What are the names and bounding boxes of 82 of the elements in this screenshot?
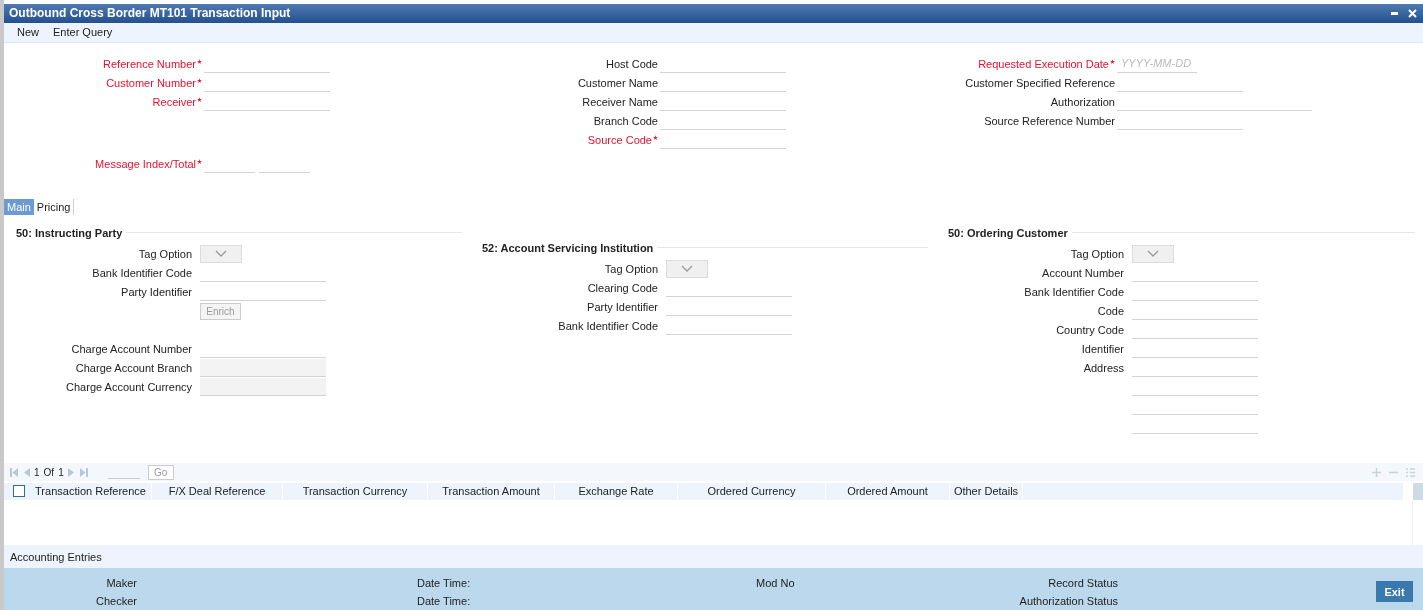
- field-label: Customer Number: [106, 76, 196, 89]
- page-total: 1: [58, 466, 64, 478]
- field-label: Charge Account Branch: [75, 361, 192, 374]
- footer-label: Checker: [96, 595, 137, 607]
- date-field[interactable]: YYYY-MM-DD: [1117, 54, 1197, 73]
- page-number: 1: [34, 466, 40, 478]
- column-header: Ordered Currency: [678, 482, 826, 500]
- footer-label: Mod No: [756, 577, 795, 589]
- section-title: 50: Instructing Party: [16, 226, 123, 239]
- chevron-down-icon: [215, 250, 227, 258]
- footer-label: Date Time:: [417, 577, 471, 589]
- first-page-icon[interactable]: [10, 467, 18, 477]
- field-label: Charge Account Number: [71, 342, 192, 355]
- last-page-icon[interactable]: [79, 467, 88, 477]
- footer-label: Date Time:: [417, 595, 471, 607]
- column-header: Transaction Amount: [428, 482, 555, 500]
- column-header: Exchange Rate: [555, 482, 678, 500]
- required-icon: [197, 96, 202, 102]
- field-label: Source Code: [587, 133, 652, 146]
- tag-option-select[interactable]: [1132, 244, 1174, 263]
- field-label: Party Identifier: [121, 285, 192, 298]
- scrollbar[interactable]: [1413, 482, 1423, 500]
- required-icon: [653, 134, 658, 140]
- field-label: Message Index/Total: [95, 157, 196, 170]
- section-title: 50: Ordering Customer: [948, 226, 1068, 239]
- field-label: Receiver Name: [582, 95, 658, 108]
- field-label: Address: [1083, 361, 1124, 374]
- tab[interactable]: Pricing: [33, 199, 75, 215]
- input-field[interactable]: [200, 358, 326, 377]
- select-all-checkbox[interactable]: [13, 485, 25, 498]
- field-label: Source Reference Number: [984, 114, 1115, 127]
- next-page-icon[interactable]: [67, 467, 76, 477]
- chevron-down-icon: [1147, 250, 1159, 258]
- field-label: Requested Execution Date: [978, 57, 1109, 70]
- field-label: Tag Option: [604, 262, 658, 275]
- field-label: Code: [1097, 304, 1124, 317]
- field-label: Authorization: [1050, 95, 1115, 108]
- window-title: Outbound Cross Border MT101 Transaction Input: [9, 6, 291, 21]
- previous-page-icon[interactable]: [22, 467, 30, 477]
- required-icon: [197, 77, 202, 83]
- field-label: Account Number: [1042, 266, 1124, 279]
- field-label: Party Identifier: [587, 300, 658, 313]
- required-icon: [197, 58, 202, 64]
- exit-button[interactable]: Exit: [1376, 581, 1413, 603]
- field-label: Receiver: [152, 95, 196, 108]
- field-label: Customer Name: [577, 76, 658, 89]
- chevron-down-icon: [681, 265, 693, 273]
- field-label: Clearing Code: [587, 281, 658, 294]
- field-label: Bank Identifier Code: [558, 319, 658, 332]
- field-label: Branch Code: [593, 114, 658, 127]
- required-icon: [1110, 58, 1115, 64]
- field-label: Tag Option: [1070, 247, 1124, 260]
- input-field[interactable]: [200, 377, 326, 396]
- footer-label: Record Status: [1048, 577, 1118, 589]
- column-header: F/X Deal Reference: [152, 482, 283, 500]
- accounting-entries-link[interactable]: Accounting Entries: [10, 550, 102, 563]
- field-label: Reference Number: [103, 57, 196, 70]
- field-label: Bank Identifier Code: [1024, 285, 1124, 298]
- minimize-icon[interactable]: [1391, 11, 1398, 15]
- field-label: Charge Account Currency: [66, 380, 192, 393]
- toolbar-button[interactable]: New: [11, 26, 45, 39]
- tag-option-select[interactable]: [666, 259, 708, 278]
- page-of-text: Of: [43, 466, 55, 478]
- tag-option-select[interactable]: [200, 244, 242, 263]
- required-icon: [197, 158, 202, 164]
- field-label: Customer Specified Reference: [965, 76, 1115, 89]
- footer-label: Maker: [106, 577, 137, 589]
- footer-label: Authorization Status: [1019, 595, 1118, 607]
- toolbar-button[interactable]: Enter Query: [47, 26, 119, 39]
- column-header: Other Details: [950, 482, 1023, 500]
- section-title: 52: Account Servicing Institution: [482, 241, 654, 254]
- field-label: Host Code: [606, 57, 658, 70]
- field-label: Tag Option: [138, 247, 192, 260]
- add-icon[interactable]: [1372, 467, 1381, 477]
- column-header: Transaction Currency: [283, 482, 428, 500]
- field-label: Identifier: [1081, 342, 1124, 355]
- field-label: Country Code: [1056, 323, 1124, 336]
- close-icon[interactable]: [1408, 8, 1417, 18]
- column-header: Transaction Reference: [30, 482, 152, 500]
- field-label: Bank Identifier Code: [92, 266, 192, 279]
- column-header: Ordered Amount: [826, 482, 950, 500]
- list-icon[interactable]: [1406, 467, 1415, 477]
